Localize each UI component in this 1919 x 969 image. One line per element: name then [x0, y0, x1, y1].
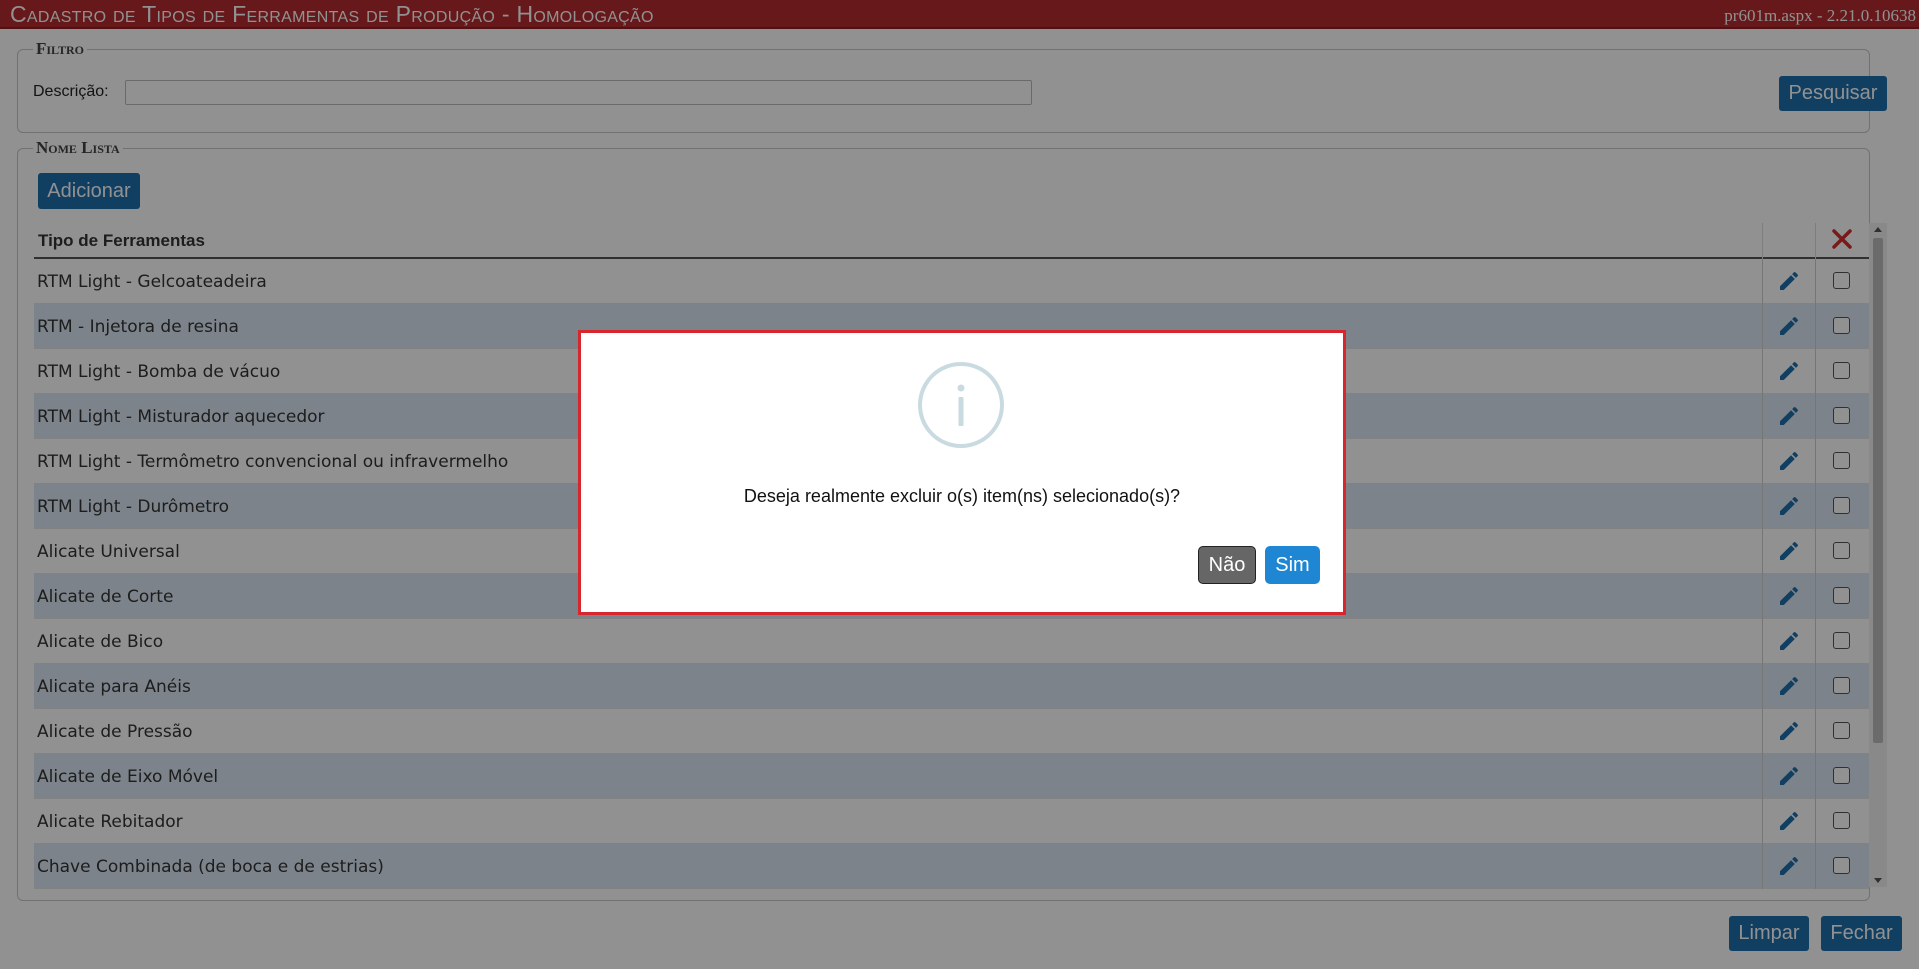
confirm-dialog: Deseja realmente excluir o(s) item(ns) s… — [578, 330, 1346, 615]
dialog-message: Deseja realmente excluir o(s) item(ns) s… — [743, 486, 1181, 506]
info-icon — [918, 362, 1004, 448]
yes-button[interactable]: Sim — [1265, 546, 1320, 584]
no-button[interactable]: Não — [1198, 546, 1256, 584]
